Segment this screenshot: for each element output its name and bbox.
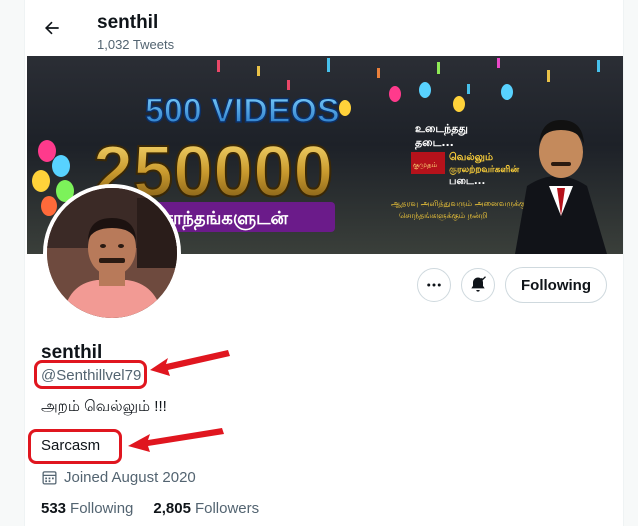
annotation-box-category	[28, 429, 122, 464]
follow-stats: 533 Following 2,805 Followers	[41, 500, 259, 517]
arrow-left-icon	[45, 21, 59, 35]
bell-check-icon	[471, 276, 486, 292]
annotation-box-handle	[34, 360, 147, 389]
back-button[interactable]	[35, 11, 69, 45]
header-title: senthil	[97, 12, 159, 33]
profile-avatar[interactable]	[43, 184, 181, 322]
joined-date: Joined August 2020	[41, 469, 196, 486]
followers-stat-label: Followers	[194, 500, 260, 517]
calendar-icon	[42, 471, 57, 485]
banner-bottom-text-2: சொந்தங்களுக்கும் நன்றி	[399, 211, 488, 221]
following-stat[interactable]: 533 Following	[41, 500, 133, 517]
annotation-arrow-category	[128, 428, 224, 452]
banner-headline-top: 500 VIDEOS	[145, 92, 340, 130]
banner-text-5: படை...	[449, 176, 485, 187]
banner-text-3: வெல்லும்	[449, 151, 493, 163]
annotation-arrow-handle	[150, 350, 230, 376]
following-button[interactable]: Following	[505, 267, 607, 303]
more-options-button[interactable]	[417, 268, 451, 302]
banner-text-2: தடை...	[415, 136, 454, 150]
banner-bottom-text-1: ஆதரவு அளித்துவரும் அனைவருக்கும்	[391, 199, 533, 209]
banner-text-1: உடைந்தது	[415, 122, 468, 136]
profile-bio: அறம் வெல்லும் !!!	[41, 398, 167, 415]
banner-text-4: குரலற்றவர்களின்	[449, 164, 519, 176]
following-count: 533	[41, 500, 67, 517]
notifications-button[interactable]	[461, 268, 495, 302]
followers-stat[interactable]: 2,805 Followers	[153, 500, 259, 517]
tweet-count: 1,032 Tweets	[97, 37, 175, 52]
more-dots-icon	[427, 283, 441, 287]
followers-count: 2,805	[153, 500, 191, 517]
joined-date-text: Joined August 2020	[64, 469, 196, 486]
profile-header: senthil 1,032 Tweets	[25, 0, 623, 56]
following-stat-label: Following	[70, 500, 134, 517]
avatar-photo	[47, 188, 177, 318]
banner-person-image	[515, 120, 607, 254]
